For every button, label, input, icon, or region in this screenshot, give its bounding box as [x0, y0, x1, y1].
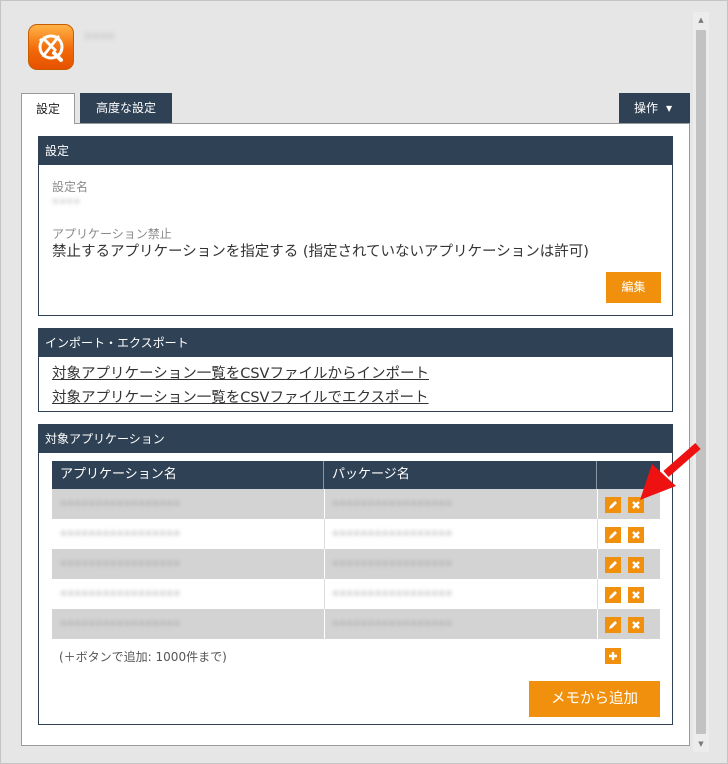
app-name-cell: •••••••••••••••••: [60, 527, 181, 541]
table-row: ••••••••••••••••• •••••••••••••••••: [52, 579, 660, 609]
tab-advanced-settings[interactable]: 高度な設定: [80, 93, 172, 123]
pencil-icon[interactable]: [605, 617, 621, 633]
table-row: ••••••••••••••••• •••••••••••••••••: [52, 519, 660, 549]
close-icon[interactable]: [628, 557, 644, 573]
settings-section-title: 設定: [39, 137, 672, 165]
main-panel: 設定 設定名 •••• アプリケーション禁止 禁止するアプリケーションを指定する…: [21, 123, 690, 746]
pencil-icon[interactable]: [605, 497, 621, 513]
column-separator: [597, 519, 598, 549]
package-name-cell: •••••••••••••••••: [332, 557, 453, 571]
add-from-memo-button[interactable]: メモから追加: [529, 681, 660, 717]
pencil-icon[interactable]: [605, 527, 621, 543]
close-icon[interactable]: [628, 587, 644, 603]
import-export-section-title: インポート・エクスポート: [39, 329, 672, 357]
target-apps-section: 対象アプリケーション アプリケーション名 パッケージ名 ••••••••••••…: [38, 424, 673, 725]
tab-settings[interactable]: 設定: [21, 93, 75, 124]
pencil-icon[interactable]: [605, 587, 621, 603]
app-shield-icon: [28, 24, 74, 70]
column-header-app-name: アプリケーション名: [52, 461, 324, 489]
column-header-package-name: パッケージ名: [324, 461, 597, 489]
package-name-cell: •••••••••••••••••: [332, 587, 453, 601]
operations-button[interactable]: 操作 ▼: [619, 93, 690, 123]
import-export-section: インポート・エクスポート 対象アプリケーション一覧をCSVファイルからインポート…: [38, 328, 673, 412]
scroll-thumb[interactable]: [696, 30, 706, 734]
close-icon[interactable]: [628, 617, 644, 633]
add-limit-hint: (＋ボタンで追加: 1000件まで): [59, 650, 227, 664]
scroll-down-icon[interactable]: ▼: [693, 736, 709, 752]
package-name-cell: •••••••••••••••••: [332, 617, 453, 631]
close-icon[interactable]: [628, 527, 644, 543]
operations-button-label: 操作: [634, 101, 659, 115]
setting-name-value: ••••: [52, 195, 81, 209]
column-separator: [597, 489, 598, 519]
package-name-cell: •••••••••••••••••: [332, 497, 453, 511]
pencil-icon[interactable]: [605, 557, 621, 573]
settings-section: 設定 設定名 •••• アプリケーション禁止 禁止するアプリケーションを指定する…: [38, 136, 673, 316]
app-name-cell: •••••••••••••••••: [60, 557, 181, 571]
column-separator: [597, 609, 598, 639]
app-prohibit-value: 禁止するアプリケーションを指定する (指定されていないアプリケーションは許可): [52, 244, 589, 260]
edit-button[interactable]: 編集: [606, 272, 661, 303]
app-name-cell: •••••••••••••••••: [60, 587, 181, 601]
package-name-cell: •••••••••••••••••: [332, 527, 453, 541]
table-row: ••••••••••••••••• •••••••••••••••••: [52, 549, 660, 579]
target-apps-section-title: 対象アプリケーション: [39, 425, 672, 453]
table-row: ••••••••••••••••• •••••••••••••••••: [52, 609, 660, 639]
plus-icon[interactable]: [605, 648, 621, 664]
table-row: ••••••••••••••••• •••••••••••••••••: [52, 489, 660, 519]
import-csv-link[interactable]: 対象アプリケーション一覧をCSVファイルからインポート: [52, 362, 429, 383]
table-header: アプリケーション名 パッケージ名: [52, 461, 660, 489]
caret-down-icon: ▼: [666, 104, 673, 113]
scroll-up-icon[interactable]: ▲: [693, 12, 709, 28]
export-csv-link[interactable]: 対象アプリケーション一覧をCSVファイルでエクスポート: [52, 386, 429, 407]
app-name-cell: •••••••••••••••••: [60, 497, 181, 511]
setting-name-label: 設定名: [52, 180, 89, 194]
app-name-cell: •••••••••••••••••: [60, 617, 181, 631]
column-separator: [597, 579, 598, 609]
app-table: アプリケーション名 パッケージ名 ••••••••••••••••• •••••…: [52, 461, 660, 639]
column-separator: [597, 549, 598, 579]
app-name: ••••: [84, 30, 115, 45]
annotation-arrow-icon: [640, 442, 701, 500]
vertical-scrollbar[interactable]: ▲ ▼: [693, 12, 709, 752]
